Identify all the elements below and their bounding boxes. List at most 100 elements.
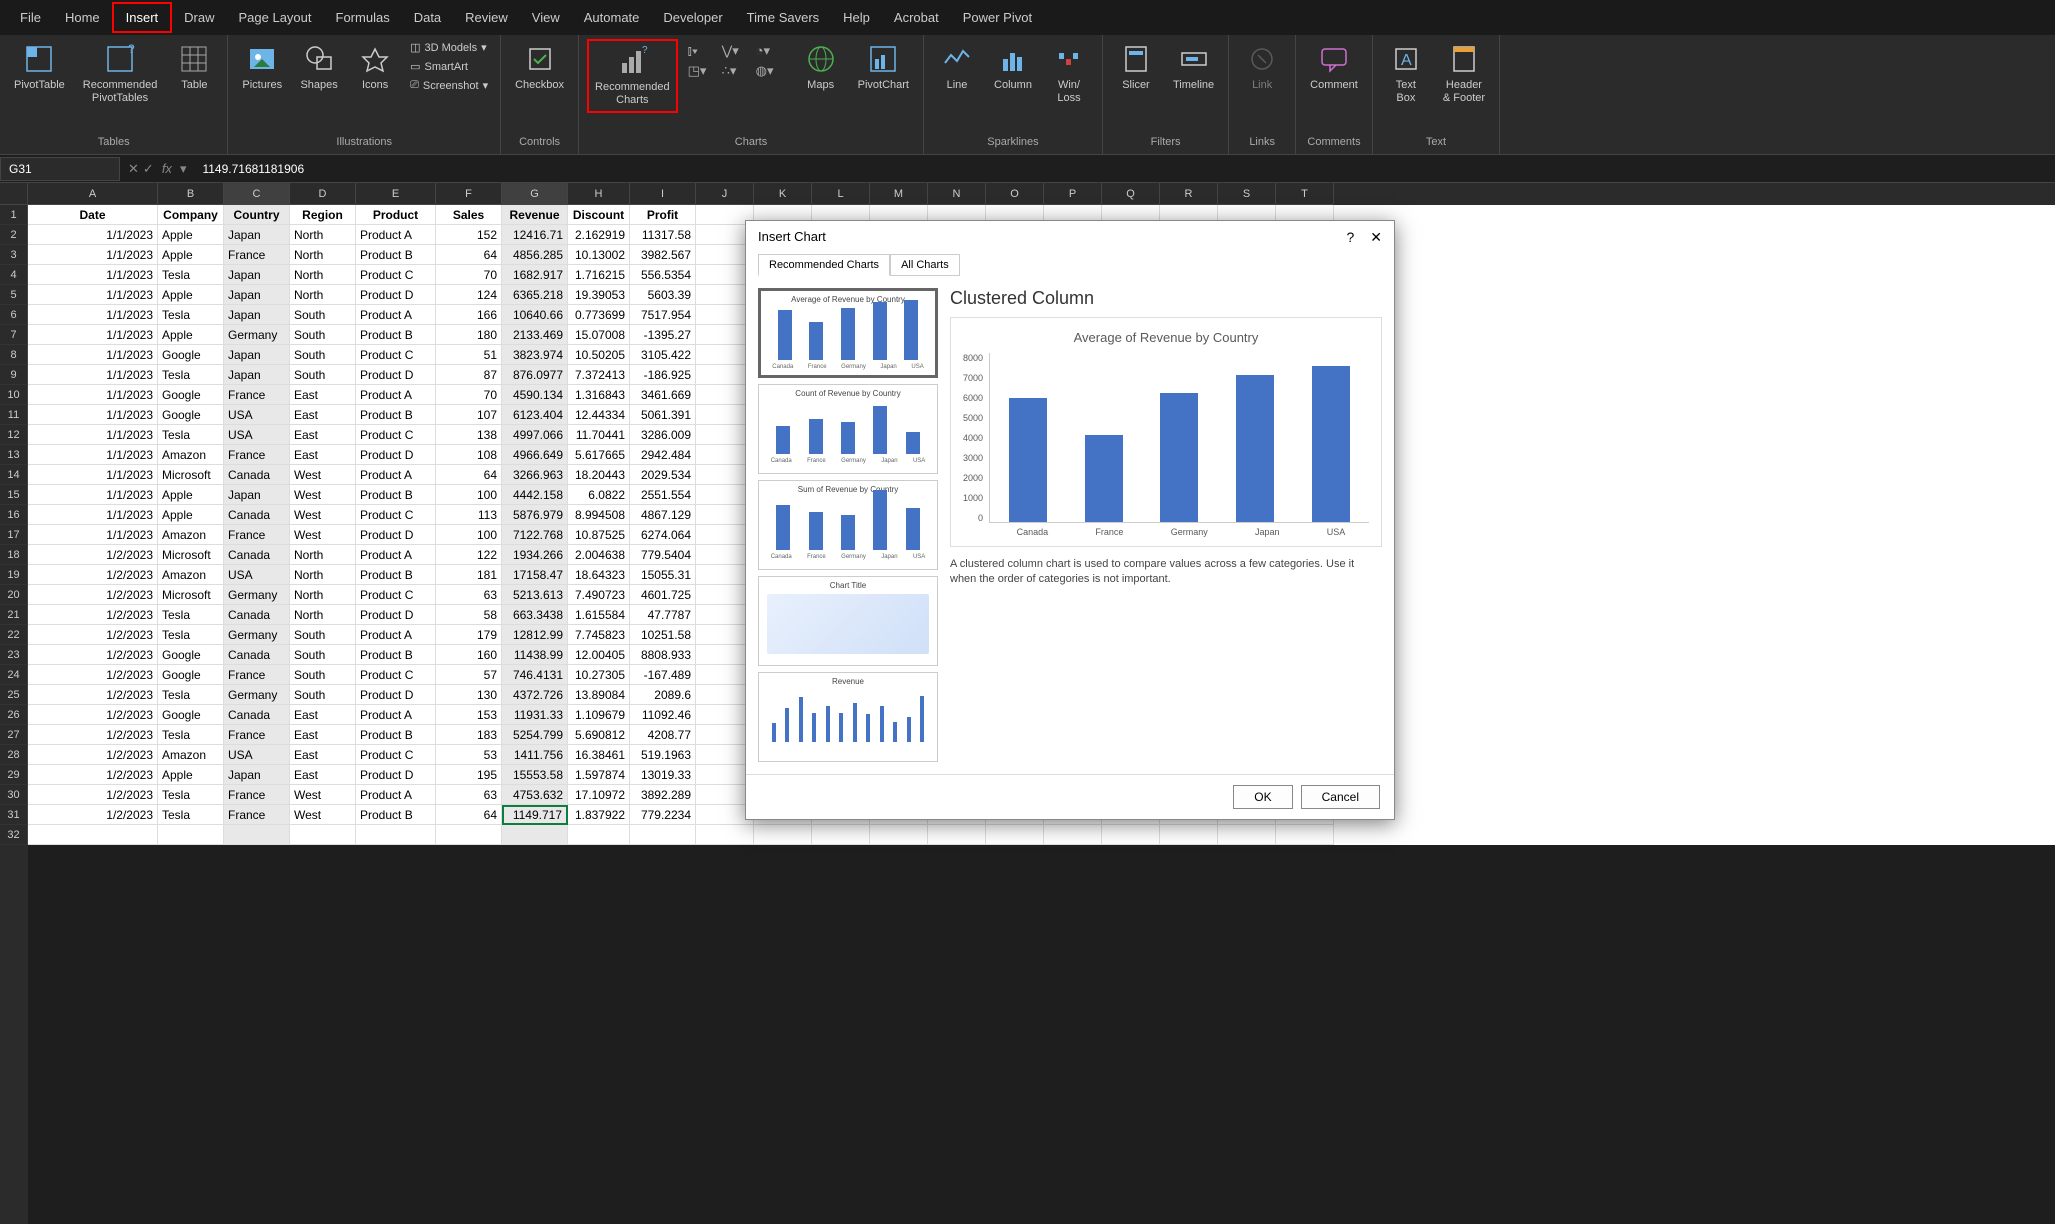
- cell[interactable]: Germany: [224, 625, 290, 645]
- cancel-button[interactable]: Cancel: [1301, 785, 1380, 809]
- cell[interactable]: 16.38461: [568, 745, 630, 765]
- cell[interactable]: 1934.266: [502, 545, 568, 565]
- cell[interactable]: Germany: [224, 685, 290, 705]
- cell[interactable]: Apple: [158, 485, 224, 505]
- formula-input[interactable]: 1149.71681181906: [194, 158, 2055, 180]
- cell[interactable]: 556.5354: [630, 265, 696, 285]
- chart-thumbnail[interactable]: Average of Revenue by CountryCanadaFranc…: [758, 288, 938, 378]
- cell[interactable]: Tesla: [158, 805, 224, 825]
- cell[interactable]: Product D: [356, 365, 436, 385]
- cell[interactable]: 11438.99: [502, 645, 568, 665]
- col-header-R[interactable]: R: [1160, 183, 1218, 205]
- cell[interactable]: 113: [436, 505, 502, 525]
- cell[interactable]: 18.20443: [568, 465, 630, 485]
- cell[interactable]: 63: [436, 785, 502, 805]
- col-header-H[interactable]: H: [568, 183, 630, 205]
- cell[interactable]: West: [290, 805, 356, 825]
- cell[interactable]: Product B: [356, 725, 436, 745]
- chart-thumbnail[interactable]: Chart Title: [758, 576, 938, 666]
- col-header-G[interactable]: G: [502, 183, 568, 205]
- cell[interactable]: [696, 825, 754, 845]
- cell[interactable]: 1/2/2023: [28, 705, 158, 725]
- cell[interactable]: 10.27305: [568, 665, 630, 685]
- cell[interactable]: 181: [436, 565, 502, 585]
- cell[interactable]: 1149.717: [502, 805, 568, 825]
- cell[interactable]: 1/2/2023: [28, 745, 158, 765]
- cell[interactable]: Apple: [158, 765, 224, 785]
- col-header-C[interactable]: C: [224, 183, 290, 205]
- cell[interactable]: 153: [436, 705, 502, 725]
- cell[interactable]: Product C: [356, 265, 436, 285]
- cell[interactable]: 70: [436, 265, 502, 285]
- cell[interactable]: 180: [436, 325, 502, 345]
- cell[interactable]: 4442.158: [502, 485, 568, 505]
- cell[interactable]: Tesla: [158, 305, 224, 325]
- cell[interactable]: 15055.31: [630, 565, 696, 585]
- cell[interactable]: Tesla: [158, 605, 224, 625]
- cell[interactable]: Product A: [356, 305, 436, 325]
- cell[interactable]: 1/1/2023: [28, 285, 158, 305]
- row-header[interactable]: 19: [0, 565, 28, 585]
- menu-review[interactable]: Review: [453, 4, 520, 31]
- cell[interactable]: East: [290, 385, 356, 405]
- cell[interactable]: Profit: [630, 205, 696, 225]
- row-header[interactable]: 31: [0, 805, 28, 825]
- cell[interactable]: [436, 825, 502, 845]
- fx-icon[interactable]: fx: [158, 161, 176, 177]
- cell[interactable]: Microsoft: [158, 585, 224, 605]
- cell[interactable]: 3461.669: [630, 385, 696, 405]
- cell[interactable]: 47.7787: [630, 605, 696, 625]
- cell[interactable]: Tesla: [158, 685, 224, 705]
- cell[interactable]: Tesla: [158, 785, 224, 805]
- row-header[interactable]: 6: [0, 305, 28, 325]
- cell[interactable]: 57: [436, 665, 502, 685]
- cell[interactable]: 179: [436, 625, 502, 645]
- cell[interactable]: 166: [436, 305, 502, 325]
- menu-data[interactable]: Data: [402, 4, 453, 31]
- cell[interactable]: Google: [158, 405, 224, 425]
- row-header[interactable]: 26: [0, 705, 28, 725]
- cell[interactable]: 5876.979: [502, 505, 568, 525]
- cell[interactable]: Tesla: [158, 725, 224, 745]
- cell[interactable]: [928, 825, 986, 845]
- cell[interactable]: Canada: [224, 605, 290, 625]
- cell[interactable]: USA: [224, 745, 290, 765]
- icons-button[interactable]: Icons: [350, 39, 400, 96]
- menu-help[interactable]: Help: [831, 4, 882, 31]
- cell[interactable]: 11931.33: [502, 705, 568, 725]
- cell[interactable]: 1/2/2023: [28, 645, 158, 665]
- cell[interactable]: Germany: [224, 325, 290, 345]
- cell[interactable]: 1/1/2023: [28, 305, 158, 325]
- cell[interactable]: Microsoft: [158, 465, 224, 485]
- cell[interactable]: 8.994508: [568, 505, 630, 525]
- cell[interactable]: 2.162919: [568, 225, 630, 245]
- col-header-F[interactable]: F: [436, 183, 502, 205]
- cell[interactable]: Microsoft: [158, 545, 224, 565]
- cell[interactable]: Product A: [356, 625, 436, 645]
- cell[interactable]: 1682.917: [502, 265, 568, 285]
- header-footer-button[interactable]: Header & Footer: [1437, 39, 1491, 109]
- cell[interactable]: Google: [158, 645, 224, 665]
- cell[interactable]: 10.13002: [568, 245, 630, 265]
- chart-thumbnail[interactable]: Sum of Revenue by CountryCanadaFranceGer…: [758, 480, 938, 570]
- col-header-K[interactable]: K: [754, 183, 812, 205]
- cell[interactable]: 63: [436, 585, 502, 605]
- cell[interactable]: 4966.649: [502, 445, 568, 465]
- cell[interactable]: 1/1/2023: [28, 525, 158, 545]
- cell[interactable]: Canada: [224, 545, 290, 565]
- cell[interactable]: 7517.954: [630, 305, 696, 325]
- row-header[interactable]: 4: [0, 265, 28, 285]
- cell[interactable]: -167.489: [630, 665, 696, 685]
- cell[interactable]: 6.0822: [568, 485, 630, 505]
- cell[interactable]: 1.597874: [568, 765, 630, 785]
- cell[interactable]: 1/2/2023: [28, 765, 158, 785]
- cell[interactable]: South: [290, 325, 356, 345]
- menu-view[interactable]: View: [520, 4, 572, 31]
- cell[interactable]: Product C: [356, 345, 436, 365]
- cell[interactable]: 0.773699: [568, 305, 630, 325]
- checkbox-button[interactable]: Checkbox: [509, 39, 570, 96]
- sparkline-column-button[interactable]: Column: [988, 39, 1038, 96]
- cell[interactable]: North: [290, 225, 356, 245]
- cell[interactable]: 779.5404: [630, 545, 696, 565]
- menu-home[interactable]: Home: [53, 4, 112, 31]
